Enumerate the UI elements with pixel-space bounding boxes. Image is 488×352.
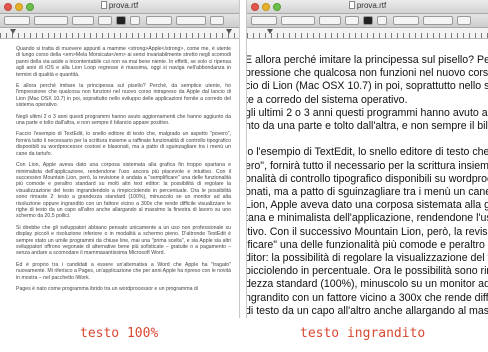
window-title-text: prova.rtf bbox=[356, 1, 387, 10]
text-line: ificare" una delle funzionalità più como… bbox=[247, 238, 488, 251]
alignment-buttons[interactable] bbox=[176, 16, 206, 25]
paragraph: Negli ultimi 2 o 3 anni questi programmi… bbox=[16, 113, 231, 127]
text-line: nto da una parte e tolto dall'altra, e n… bbox=[247, 120, 488, 133]
text-line: dezza standard (100%), minuscolo su un m… bbox=[247, 278, 488, 291]
text-line: te a corredo del sistema operativo. bbox=[247, 93, 408, 106]
text-line: pressione che qualcosa non funzioni nel … bbox=[247, 67, 488, 80]
format-toolbar bbox=[247, 14, 488, 28]
text-line: ero", fornirà tutto il necessario per la… bbox=[247, 159, 488, 172]
paragraph: E allora perché imitare la principessa s… bbox=[16, 83, 231, 109]
caption-left: testo 100% bbox=[80, 326, 159, 341]
background-color-well[interactable] bbox=[377, 16, 387, 25]
alignment-buttons[interactable] bbox=[423, 16, 453, 25]
text-line: E allora perché imitare la principessa s… bbox=[247, 54, 488, 66]
text-line: cio di Lion (Mac OSX 10.7) in poi, sopra… bbox=[247, 80, 488, 93]
ruler[interactable] bbox=[247, 28, 488, 39]
line-spacing-popup[interactable] bbox=[210, 16, 224, 25]
window-title-text: prova.rtf bbox=[108, 1, 139, 10]
font-style-popup[interactable] bbox=[319, 16, 341, 25]
paragraph: Quando si tratta di muovere appunti a ma… bbox=[16, 46, 231, 78]
document-body-zoomed: E allora perché imitare la principessa s… bbox=[247, 40, 488, 318]
text-line: itivo. Con il successivo Mountain Lion, … bbox=[247, 225, 488, 238]
text-line bbox=[247, 133, 484, 146]
text-line: tana e minimalista dell'applicazione, re… bbox=[247, 212, 488, 225]
left-indent-marker[interactable] bbox=[267, 29, 273, 34]
text-color-well[interactable] bbox=[363, 16, 373, 25]
caption-right: testo ingrandito bbox=[300, 326, 426, 341]
document-body: Quando si tratta di muovere appunti a ma… bbox=[0, 40, 239, 292]
text-line: di testo da un capo all'altro anche alla… bbox=[247, 304, 488, 317]
paragraph-style-popup[interactable] bbox=[251, 16, 277, 25]
text-line: picciolendo in percentuale. Ora le possi… bbox=[247, 265, 488, 278]
text-line: onati, ma a patto di sguinzagliare tra i… bbox=[247, 186, 488, 199]
bold-italic-underline-buttons[interactable] bbox=[393, 16, 419, 25]
paragraph-style-popup[interactable] bbox=[4, 16, 30, 25]
document-text-area[interactable]: Quando si tratta di muovere appunti a ma… bbox=[0, 40, 239, 318]
text-line: Lion, Apple aveva dato una corposa siste… bbox=[247, 199, 488, 212]
paragraph: Si direbbe che gli sviluppatori abbiano … bbox=[16, 224, 231, 257]
text-line: ditor: la possibilità di regolare la vis… bbox=[247, 252, 488, 265]
background-color-well[interactable] bbox=[130, 16, 140, 25]
text-color-well[interactable] bbox=[116, 16, 126, 25]
right-indent-marker[interactable] bbox=[226, 29, 232, 34]
text-line: gli ultimi 2 o 3 anni questi programmi h… bbox=[247, 106, 488, 119]
text-line: io l'esempio di TextEdit, lo snello edit… bbox=[247, 146, 488, 159]
window-title: prova.rtf bbox=[0, 1, 239, 10]
paragraph: Con Lion, Apple aveva dato una corposa s… bbox=[16, 162, 231, 220]
font-size-popup[interactable] bbox=[98, 16, 112, 25]
document-icon bbox=[348, 1, 355, 9]
ruler-ticks bbox=[0, 33, 239, 38]
title-bar[interactable]: prova.rtf bbox=[247, 0, 488, 14]
line-spacing-popup[interactable] bbox=[457, 16, 471, 25]
font-style-popup[interactable] bbox=[72, 16, 94, 25]
textedit-window-zoomed: prova.rtf E allora perché imitare la pri… bbox=[246, 0, 488, 318]
paragraph: Ed è proprio tra i candidati a essere un… bbox=[16, 261, 231, 281]
font-size-popup[interactable] bbox=[345, 16, 359, 25]
textedit-window-100: prova.rtf Quando si tratta di muovere ap… bbox=[0, 0, 240, 318]
format-toolbar bbox=[0, 14, 239, 28]
text-line: ngrandito con un fattore vicino a 300x c… bbox=[247, 291, 488, 304]
ruler[interactable] bbox=[0, 28, 239, 39]
title-bar[interactable]: prova.rtf bbox=[0, 0, 239, 14]
ruler-ticks bbox=[247, 33, 488, 38]
font-family-popup[interactable] bbox=[34, 16, 68, 25]
left-indent-marker[interactable] bbox=[10, 29, 16, 34]
paragraph: Pages è nato come programma ibrido tra u… bbox=[16, 286, 198, 292]
document-text-area[interactable]: E allora perché imitare la principessa s… bbox=[247, 40, 488, 318]
bold-italic-underline-buttons[interactable] bbox=[146, 16, 172, 25]
document-icon bbox=[100, 1, 107, 9]
text-line: onalità di controllo tipografico disponi… bbox=[247, 172, 488, 185]
font-family-popup[interactable] bbox=[281, 16, 315, 25]
paragraph: Faccio l'esempio di TextEdit, lo snello … bbox=[16, 131, 231, 157]
window-title: prova.rtf bbox=[247, 1, 488, 10]
